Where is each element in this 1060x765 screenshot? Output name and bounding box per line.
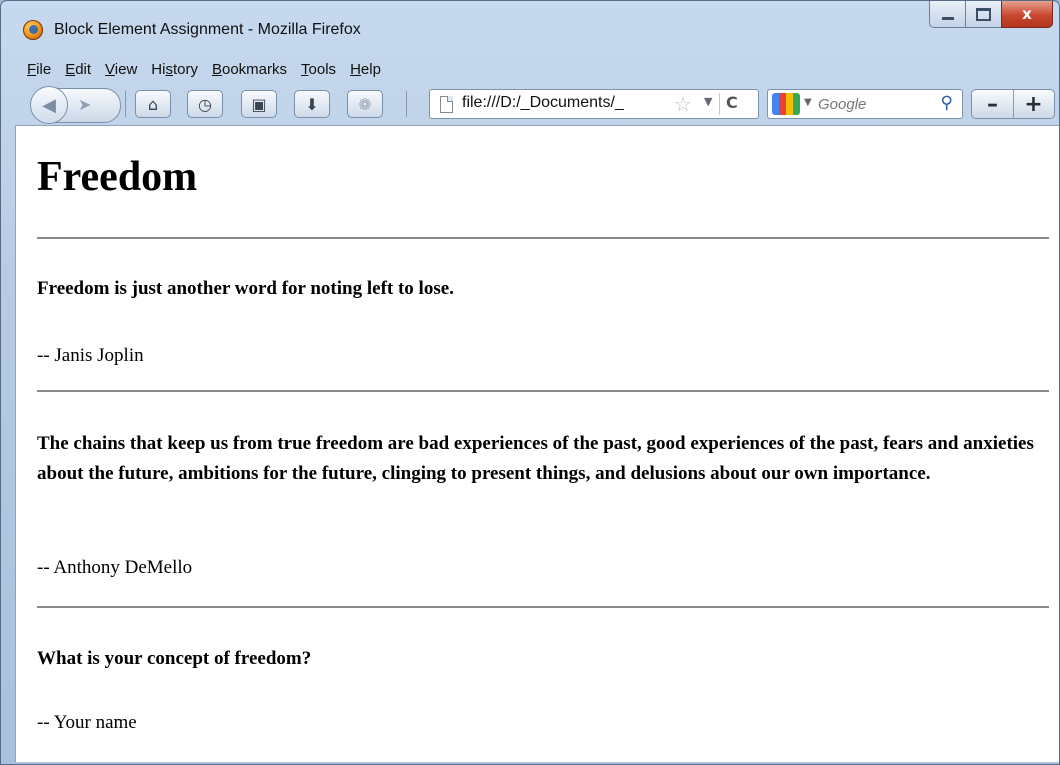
quote-text: The chains that keep us from true freedo… — [37, 433, 1034, 484]
minus-icon: – — [987, 91, 998, 117]
puzzle-icon: ❁ — [358, 94, 372, 114]
chevron-down-icon[interactable]: ▼ — [704, 95, 712, 108]
quote-author: -- Anthony DeMello — [37, 557, 193, 578]
menu-bookmarks[interactable]: Bookmarks — [206, 59, 293, 83]
forward-button[interactable]: ➤ — [78, 95, 91, 114]
page-heading: Freedom — [37, 154, 198, 200]
zoom-in-button[interactable]: + — [1013, 90, 1054, 118]
home-button[interactable]: ⌂ — [135, 90, 171, 118]
toolbar-separator — [406, 91, 407, 117]
address-separator — [719, 93, 720, 115]
toolbar-separator — [125, 91, 126, 117]
bookmarks-button[interactable]: ▣ — [241, 90, 277, 118]
forward-arrow-icon: ➤ — [78, 95, 92, 114]
window-controls: x — [929, 1, 1053, 28]
close-button[interactable]: x — [1001, 1, 1053, 28]
url-text[interactable]: file:///D:/_Documents/_ — [462, 94, 672, 112]
firefox-icon[interactable] — [23, 20, 43, 40]
reload-icon[interactable]: C — [726, 93, 738, 112]
menu-help[interactable]: Help — [344, 59, 387, 83]
horizontal-rule — [37, 390, 1049, 392]
quote-text: Freedom is just another word for noting … — [37, 278, 454, 299]
quote-author: -- Janis Joplin — [37, 345, 144, 366]
title-bar[interactable]: Block Element Assignment - Mozilla Firef… — [1, 1, 1059, 59]
menu-history[interactable]: History — [145, 59, 204, 83]
menu-bar: File Edit View History Bookmarks Tools H… — [21, 59, 389, 83]
bookmark-star-icon[interactable]: ☆ — [674, 92, 692, 116]
page-content: Freedom Freedom is just another word for… — [15, 125, 1059, 762]
quote-author: -- Your name — [37, 712, 137, 733]
home-icon: ⌂ — [147, 94, 159, 114]
search-input[interactable]: Google — [818, 96, 866, 113]
close-icon: x — [1022, 5, 1032, 23]
maximize-button[interactable] — [965, 1, 1001, 28]
search-box[interactable]: ▼ Google ⚲ — [767, 89, 963, 119]
minimize-button[interactable] — [929, 1, 965, 28]
back-forward-group: ◀ ➤ — [30, 86, 121, 124]
zoom-out-button[interactable]: – — [972, 90, 1014, 118]
menu-file[interactable]: File — [21, 59, 57, 83]
menu-edit[interactable]: Edit — [59, 59, 97, 83]
maximize-icon — [976, 7, 991, 21]
minimize-icon — [941, 17, 954, 20]
quote-text: What is your concept of freedom? — [37, 648, 312, 669]
back-arrow-icon: ◀ — [42, 94, 56, 116]
search-icon[interactable]: ⚲ — [941, 93, 953, 113]
back-button[interactable]: ◀ — [30, 86, 68, 124]
download-arrow-icon: ⬇ — [305, 94, 319, 114]
bookmark-star-icon: ▣ — [251, 94, 267, 114]
address-bar[interactable]: file:///D:/_Documents/_ ☆ ▼ C — [429, 89, 759, 119]
clock-icon: ◷ — [198, 94, 212, 114]
plus-icon: + — [1024, 91, 1043, 117]
page-icon — [440, 96, 453, 113]
history-button[interactable]: ◷ — [187, 90, 223, 118]
browser-window: Block Element Assignment - Mozilla Firef… — [0, 0, 1060, 765]
zoom-controls: – + — [971, 89, 1055, 119]
navigation-toolbar: ◀ ➤ ⌂ ◷ ▣ ⬇ ❁ file:///D:/_Documents/_ ☆ … — [15, 85, 1059, 124]
engine-chevron-down-icon[interactable]: ▼ — [804, 97, 812, 108]
horizontal-rule — [37, 237, 1049, 239]
window-title: Block Element Assignment - Mozilla Firef… — [54, 21, 361, 38]
horizontal-rule — [37, 606, 1049, 608]
downloads-button[interactable]: ⬇ — [294, 90, 330, 118]
menu-tools[interactable]: Tools — [295, 59, 342, 83]
google-icon[interactable] — [772, 93, 800, 115]
addons-button[interactable]: ❁ — [347, 90, 383, 118]
menu-view[interactable]: View — [99, 59, 143, 83]
